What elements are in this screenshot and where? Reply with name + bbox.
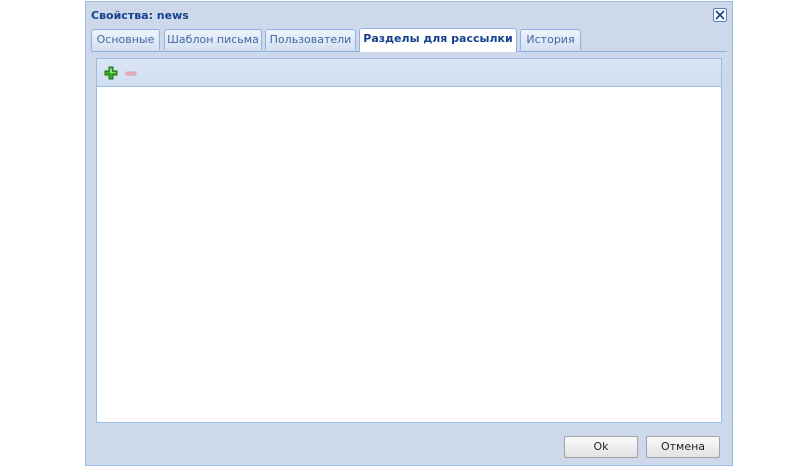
close-button[interactable] bbox=[713, 8, 727, 22]
properties-dialog: Свойства: news Основные Шаблон письма По… bbox=[85, 1, 733, 466]
tab-strip: Основные Шаблон письма Пользователи Разд… bbox=[91, 28, 727, 52]
ok-button[interactable]: Ok bbox=[564, 436, 638, 458]
add-button[interactable] bbox=[103, 65, 119, 81]
sections-grid[interactable] bbox=[97, 87, 721, 422]
tab-users[interactable]: Пользователи bbox=[265, 29, 356, 50]
sections-panel bbox=[96, 58, 722, 423]
tab-main[interactable]: Основные bbox=[91, 29, 160, 50]
dialog-title: Свойства: news bbox=[91, 9, 189, 22]
plus-icon bbox=[104, 66, 118, 80]
cancel-button[interactable]: Отмена bbox=[646, 436, 720, 458]
tab-email-template[interactable]: Шаблон письма bbox=[164, 29, 262, 50]
close-icon bbox=[715, 10, 725, 20]
dialog-titlebar[interactable]: Свойства: news bbox=[86, 2, 732, 29]
minus-icon bbox=[125, 71, 137, 76]
remove-button[interactable] bbox=[123, 65, 139, 81]
panel-toolbar bbox=[97, 59, 721, 87]
tab-mailing-sections[interactable]: Разделы для рассылки bbox=[359, 28, 517, 52]
tab-history[interactable]: История bbox=[520, 29, 581, 50]
